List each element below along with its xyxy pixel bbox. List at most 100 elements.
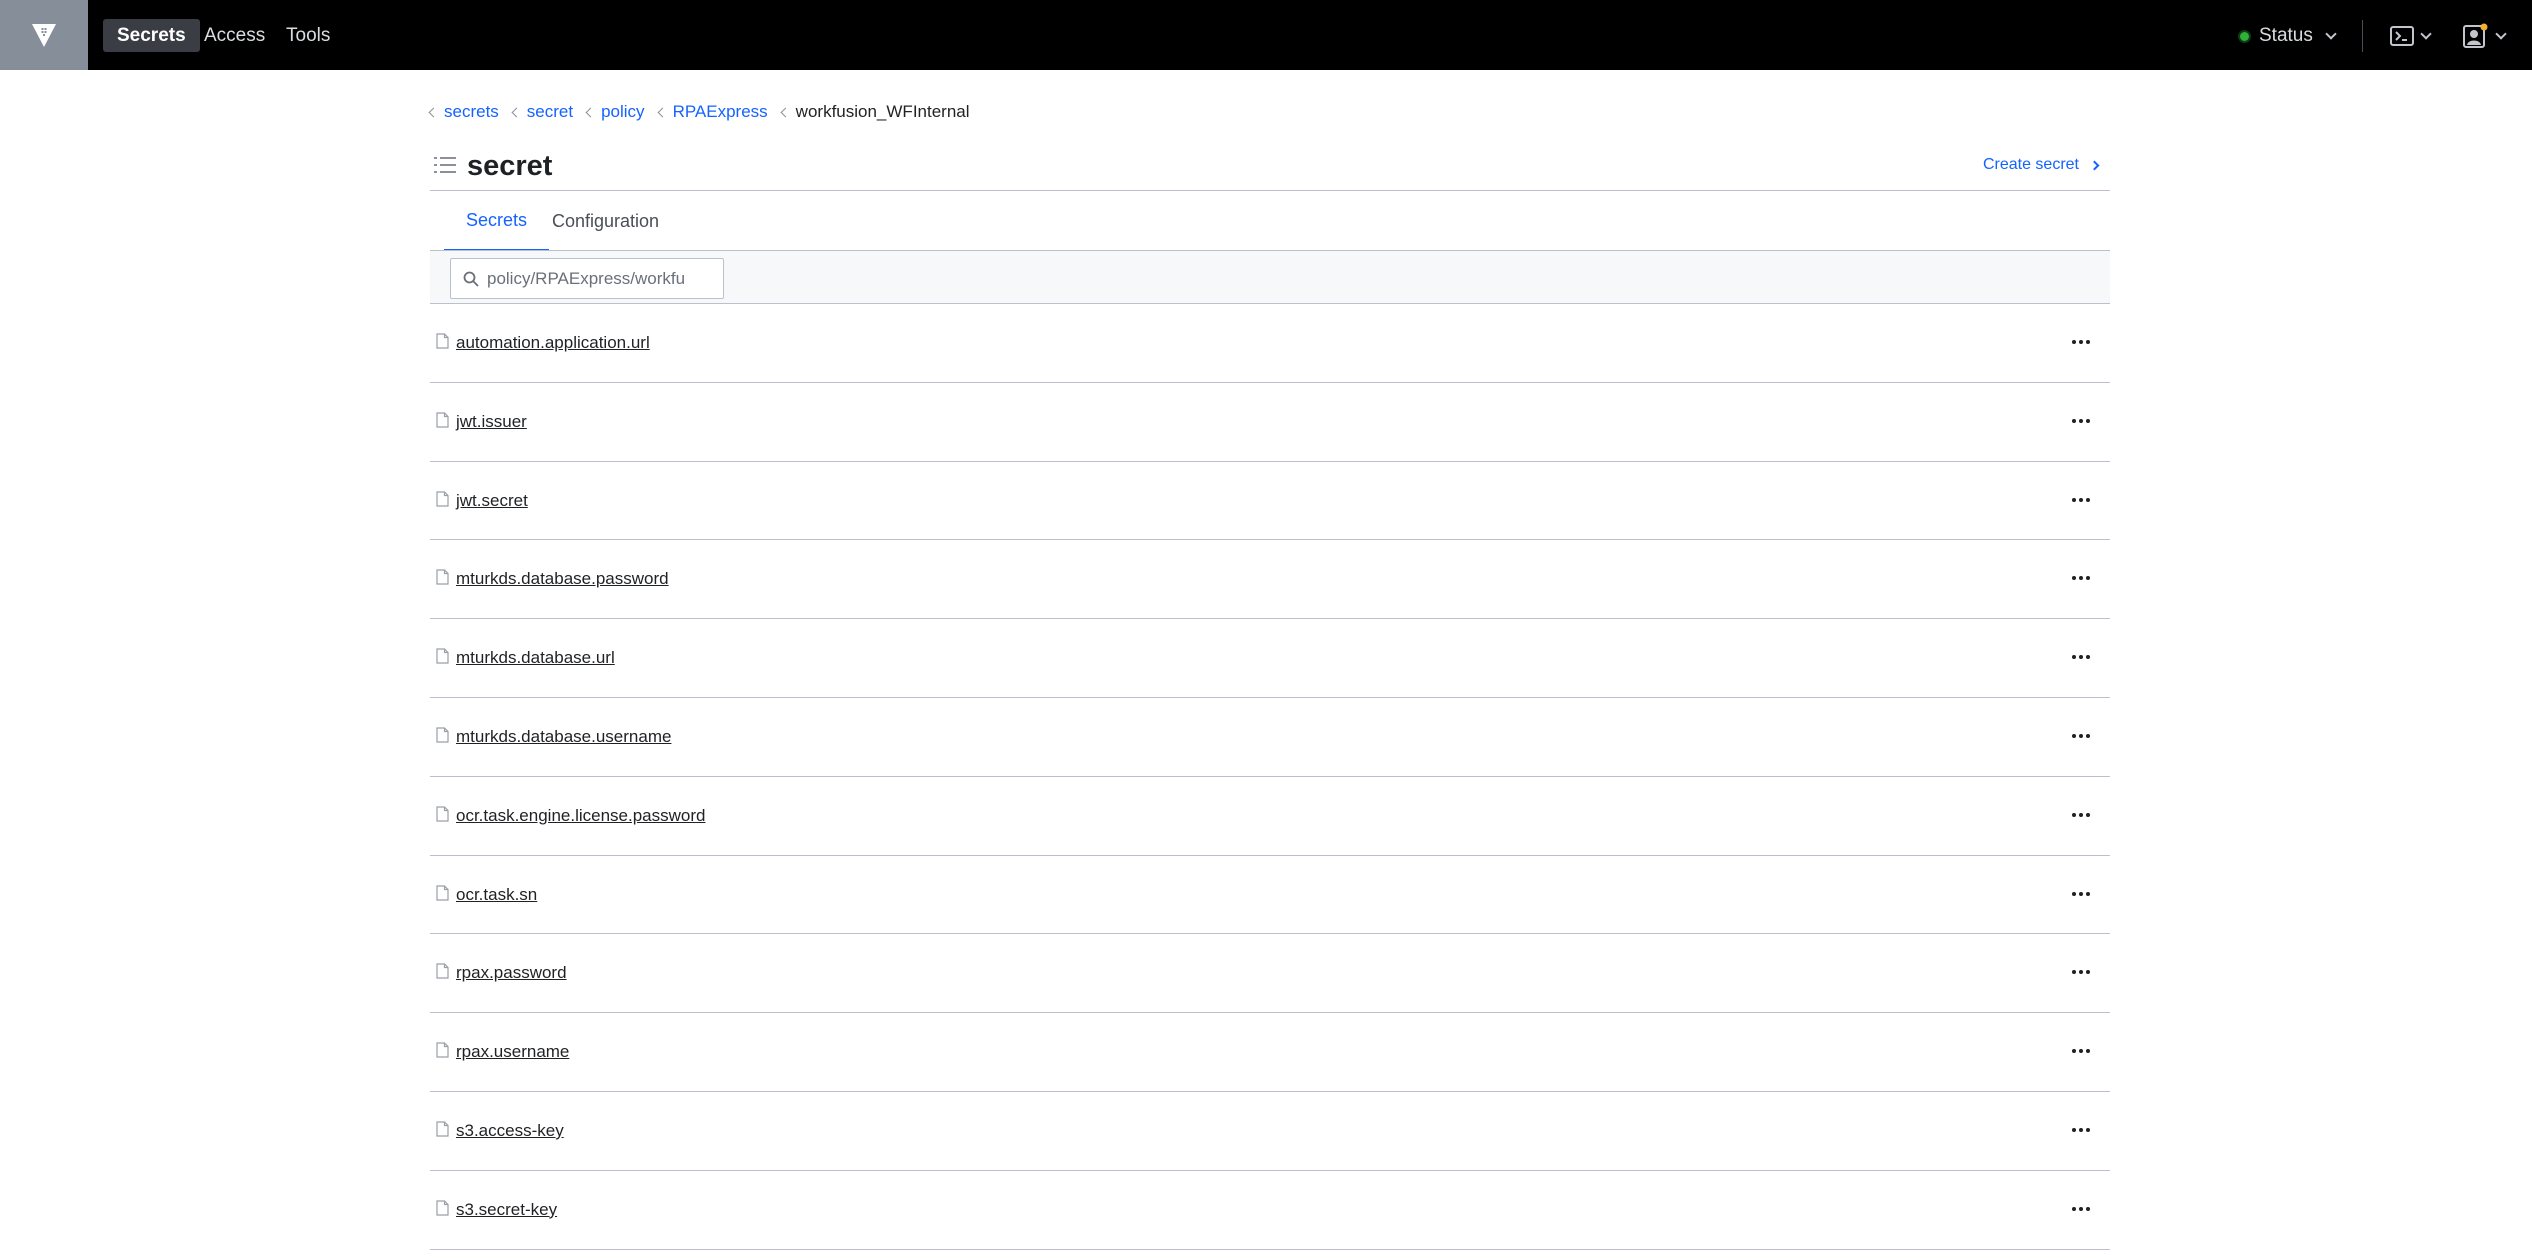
breadcrumb-link-secret[interactable]: secret <box>511 102 574 122</box>
file-icon <box>436 333 449 349</box>
tab-bar: Secrets Configuration <box>430 191 2110 251</box>
row-menu-button[interactable] <box>2068 805 2094 825</box>
breadcrumb-label: secrets <box>444 102 499 121</box>
row-menu-button[interactable] <box>2068 647 2094 667</box>
breadcrumb-current: workfusion_WFInternal <box>780 102 970 122</box>
tab-configuration[interactable]: Configuration <box>530 191 681 251</box>
list-item: ocr.task.sn <box>430 856 2110 935</box>
user-menu-button[interactable] <box>2463 22 2507 50</box>
file-icon <box>436 1200 449 1216</box>
file-icon <box>436 727 449 743</box>
secret-link[interactable]: jwt.issuer <box>456 412 527 432</box>
tab-configuration-label: Configuration <box>552 210 660 231</box>
more-horizontal-icon <box>2072 970 2090 975</box>
list-item: ocr.task.engine.license.password <box>430 777 2110 856</box>
chevron-left-icon <box>657 107 668 117</box>
nav-secrets[interactable]: Secrets <box>103 19 200 52</box>
breadcrumb-link-secrets[interactable]: secrets <box>428 102 499 122</box>
row-menu-button[interactable] <box>2068 962 2094 982</box>
breadcrumb-label: secret <box>526 102 574 121</box>
list-icon <box>434 157 456 173</box>
more-horizontal-icon <box>2072 733 2090 738</box>
secret-link[interactable]: jwt.secret <box>456 491 528 511</box>
breadcrumb-link-policy[interactable]: policy <box>585 102 645 122</box>
file-icon <box>436 806 449 822</box>
list-item: mturkds.database.username <box>430 698 2110 777</box>
file-icon <box>436 884 449 901</box>
nav-access[interactable]: Access <box>190 19 279 52</box>
top-navbar: Secrets Access Tools Status <box>0 0 2532 70</box>
nav-secrets-label: Secrets <box>117 24 186 46</box>
secret-link[interactable]: ocr.task.engine.license.password <box>456 806 705 826</box>
list-item: jwt.issuer <box>430 383 2110 462</box>
secret-link[interactable]: s3.access-key <box>456 1121 564 1141</box>
list-item: rpax.username <box>430 1013 2110 1092</box>
create-secret-label: Create secret <box>1982 156 2079 173</box>
navbar-divider <box>2362 20 2363 52</box>
nav-tools[interactable]: Tools <box>272 19 344 52</box>
secret-link[interactable]: automation.application.url <box>456 333 650 353</box>
tab-secrets-label: Secrets <box>466 209 528 230</box>
create-secret-link[interactable]: Create secret <box>1982 156 2100 174</box>
chevron-left-icon <box>585 107 596 117</box>
status-menu[interactable]: Status <box>2238 22 2337 50</box>
console-toggle-button[interactable] <box>2390 22 2432 50</box>
vault-logo-icon <box>32 24 56 47</box>
file-icon <box>436 963 449 979</box>
user-icon <box>2463 23 2488 48</box>
more-horizontal-icon <box>2072 1127 2090 1132</box>
row-menu-button[interactable] <box>2068 568 2094 588</box>
secret-link[interactable]: s3.secret-key <box>456 1200 557 1220</box>
filter-search-box[interactable] <box>450 258 724 299</box>
row-menu-button[interactable] <box>2068 411 2094 431</box>
home-logo-button[interactable] <box>0 0 88 70</box>
filter-input[interactable] <box>487 268 687 289</box>
more-horizontal-icon <box>2072 1206 2090 1211</box>
filter-toolbar <box>430 251 2110 304</box>
row-menu-button[interactable] <box>2068 1041 2094 1061</box>
status-ok-icon <box>2238 29 2251 43</box>
chevron-left-icon <box>780 107 791 117</box>
row-menu-button[interactable] <box>2068 884 2094 904</box>
nav-tools-label: Tools <box>286 24 331 46</box>
breadcrumb-link-rpaexpress[interactable]: RPAExpress <box>657 102 768 122</box>
more-horizontal-icon <box>2072 340 2090 344</box>
page-title: secret <box>467 150 553 182</box>
secret-link[interactable]: rpax.password <box>456 963 567 983</box>
more-horizontal-icon <box>2072 812 2090 817</box>
list-item: jwt.secret <box>430 462 2110 541</box>
more-horizontal-icon <box>2072 576 2090 581</box>
file-icon <box>436 569 449 585</box>
row-menu-button[interactable] <box>2068 726 2094 746</box>
list-item: rpax.password <box>430 934 2110 1014</box>
list-item: mturkds.database.password <box>430 540 2110 620</box>
row-menu-button[interactable] <box>2068 1199 2094 1219</box>
secret-link[interactable]: ocr.task.sn <box>456 885 537 905</box>
chevron-down-icon <box>2325 28 2337 40</box>
row-menu-button[interactable] <box>2068 1120 2094 1140</box>
terminal-icon <box>2390 26 2414 46</box>
search-icon <box>463 271 479 287</box>
row-menu-button[interactable] <box>2068 490 2094 510</box>
list-item: s3.access-key <box>430 1092 2110 1171</box>
chevron-left-icon <box>511 107 522 117</box>
page-header: secret Create secret <box>430 150 2110 190</box>
breadcrumb-label: policy <box>601 102 645 121</box>
file-icon <box>436 490 449 507</box>
secret-link[interactable]: rpax.username <box>456 1042 569 1062</box>
breadcrumb: secrets secret policy RPAExpress workfus… <box>428 100 984 124</box>
more-horizontal-icon <box>2072 891 2090 896</box>
secret-link[interactable]: mturkds.database.url <box>456 648 615 668</box>
chevron-left-icon <box>428 107 439 117</box>
secret-list: automation.application.url jwt.issuer jw… <box>430 304 2110 1250</box>
row-menu-button[interactable] <box>2068 332 2094 352</box>
more-horizontal-icon <box>2072 497 2090 502</box>
breadcrumb-label: RPAExpress <box>672 102 768 121</box>
secret-link[interactable]: mturkds.database.username <box>456 727 671 747</box>
chevron-down-icon <box>2420 28 2432 40</box>
file-icon <box>436 1042 449 1058</box>
file-icon <box>436 648 449 664</box>
secret-link[interactable]: mturkds.database.password <box>456 569 669 589</box>
chevron-right-icon <box>2089 160 2100 170</box>
more-horizontal-icon <box>2072 418 2090 423</box>
